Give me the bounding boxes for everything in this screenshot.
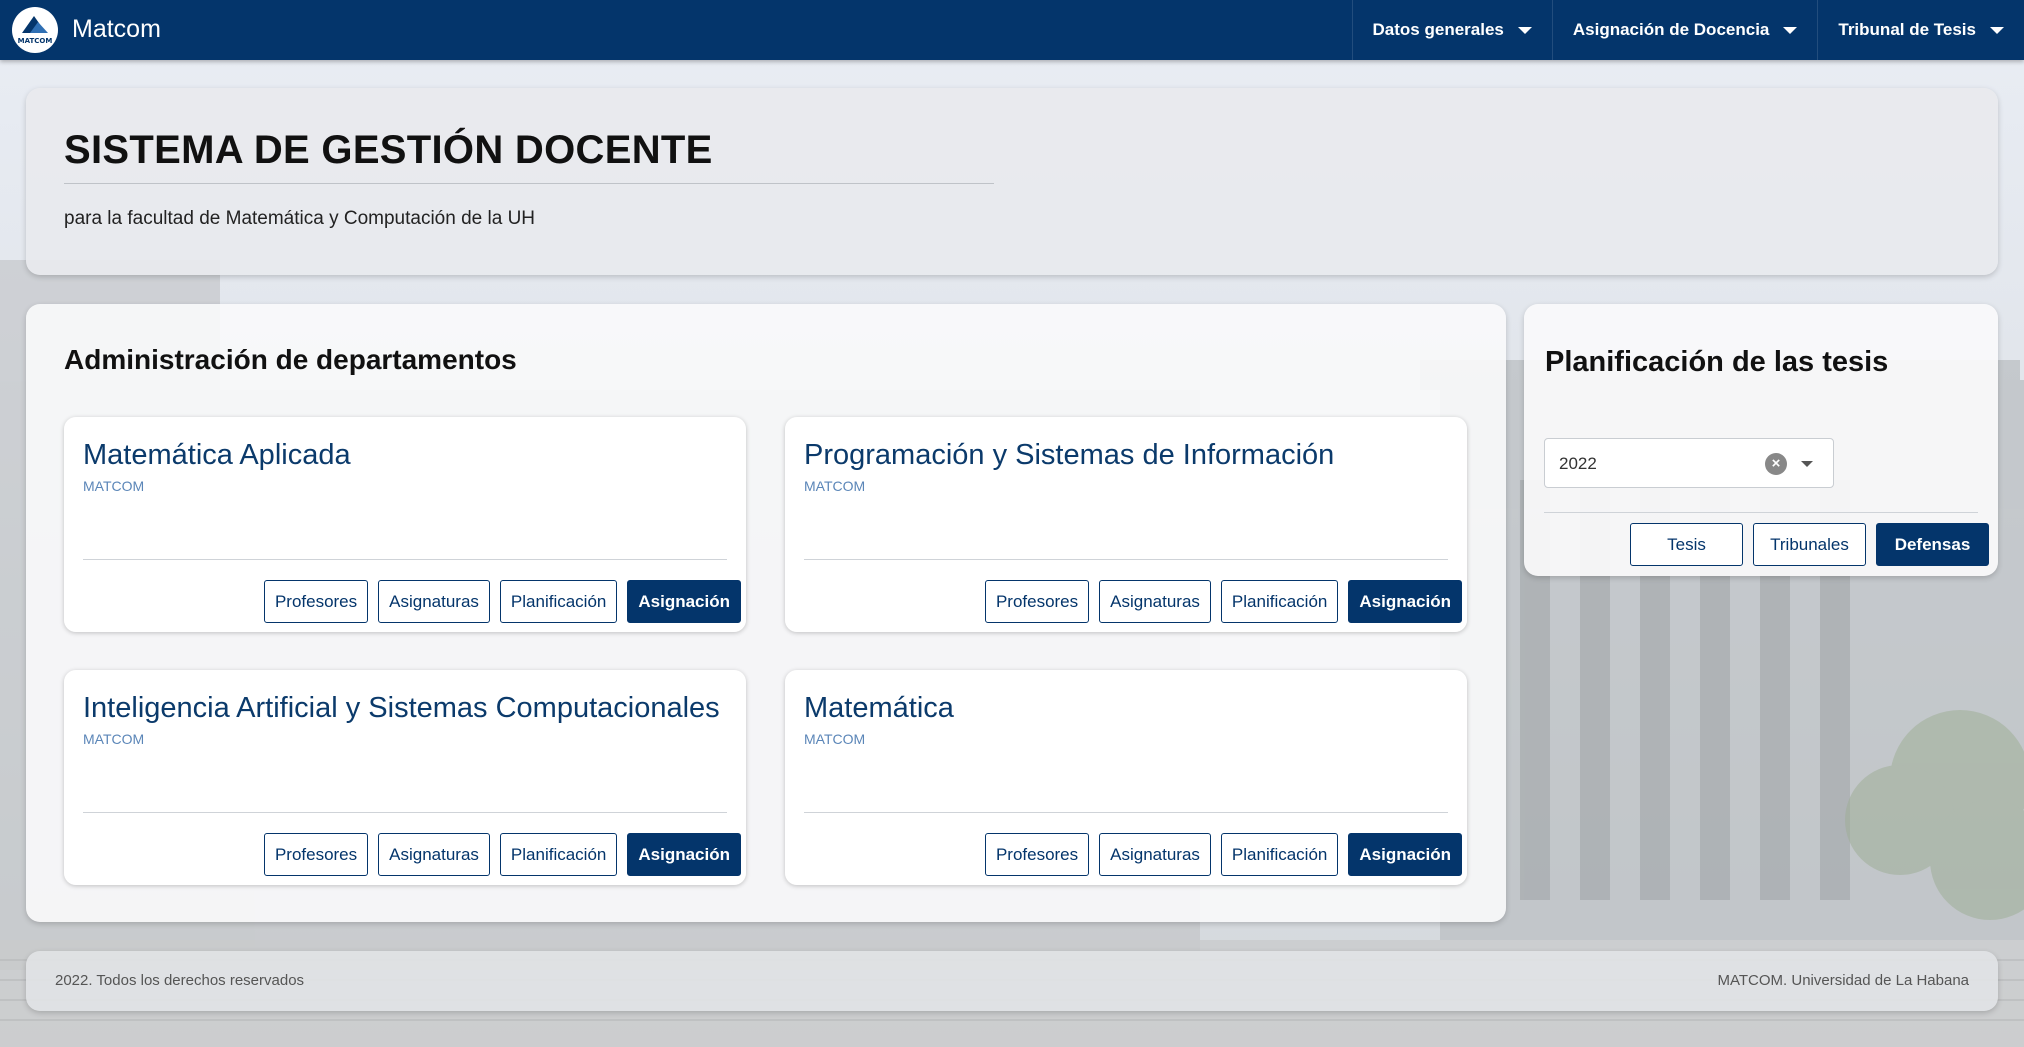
nav-item-tribunal-tesis[interactable]: Tribunal de Tesis [1817, 0, 2024, 60]
planificacion-button[interactable]: Planificación [1220, 580, 1339, 623]
nav-item-label: Datos generales [1372, 20, 1504, 39]
department-subtitle: MATCOM [804, 478, 866, 494]
department-subtitle: MATCOM [83, 478, 145, 494]
profesores-button[interactable]: Profesores [263, 833, 369, 876]
footer: 2022. Todos los derechos reservados MATC… [26, 951, 1998, 1011]
departments-heading: Administración de departamentos [64, 344, 517, 375]
asignaturas-button[interactable]: Asignaturas [378, 833, 490, 876]
logo-text: MATCOM [17, 37, 53, 45]
department-title[interactable]: Matemática [804, 692, 954, 725]
department-title[interactable]: Inteligencia Artificial y Sistemas Compu… [83, 692, 720, 725]
footer-institution: MATCOM. Universidad de La Habana [1717, 972, 1970, 989]
page-subtitle: para la facultad de Matemática y Computa… [64, 208, 536, 229]
department-card: Matemática Aplicada MATCOM Profesores As… [64, 417, 746, 632]
profesores-button[interactable]: Profesores [984, 833, 1090, 876]
divider [83, 559, 727, 560]
department-card: Programación y Sistemas de Información M… [785, 417, 1467, 632]
page-title: SISTEMA DE GESTIÓN DOCENTE [64, 128, 713, 172]
nav-menu: Datos generales Asignación de Docencia T… [1351, 0, 2024, 60]
thesis-heading: Planificación de las tesis [1545, 346, 1889, 378]
profesores-button[interactable]: Profesores [984, 580, 1090, 623]
department-subtitle: MATCOM [804, 731, 866, 747]
department-title[interactable]: Matemática Aplicada [83, 439, 351, 472]
divider [804, 812, 1448, 813]
thesis-actions: Tesis Tribunales Defensas [1630, 523, 1989, 566]
matcom-logo[interactable]: MATCOM [12, 7, 58, 53]
defensas-button[interactable]: Defensas [1876, 523, 1989, 566]
caret-down-icon [1783, 26, 1798, 34]
asignacion-button[interactable]: Asignación [627, 580, 741, 623]
divider [83, 812, 727, 813]
nav-item-label: Tribunal de Tesis [1838, 20, 1976, 39]
nav-item-label: Asignación de Docencia [1572, 20, 1770, 39]
caret-down-icon [1517, 26, 1532, 34]
asignaturas-button[interactable]: Asignaturas [378, 580, 490, 623]
year-select[interactable]: 2022 × [1544, 438, 1834, 488]
year-select-value: 2022 [1559, 454, 1597, 473]
logo-mark-icon [22, 16, 48, 33]
departments-panel: Administración de departamentos Matemáti… [26, 304, 1506, 922]
clear-icon[interactable]: × [1765, 453, 1787, 475]
department-card: Matemática MATCOM Profesores Asignaturas… [785, 670, 1467, 885]
nav-item-asignacion-docencia[interactable]: Asignación de Docencia [1551, 0, 1818, 60]
nav-item-datos-generales[interactable]: Datos generales [1351, 0, 1552, 60]
top-navbar: MATCOM Matcom Datos generales Asignación… [0, 0, 2024, 60]
divider [1544, 512, 1978, 513]
divider [64, 183, 994, 184]
dropdown-arrow-icon[interactable] [1801, 461, 1813, 467]
footer-copyright: 2022. Todos los derechos reservados [55, 972, 305, 989]
planificacion-button[interactable]: Planificación [499, 833, 618, 876]
department-subtitle: MATCOM [83, 731, 145, 747]
brand-name[interactable]: Matcom [72, 15, 161, 44]
hero-panel: SISTEMA DE GESTIÓN DOCENTE para la facul… [26, 88, 1998, 275]
thesis-panel: Planificación de las tesis 2022 × Tesis … [1524, 304, 1998, 576]
tribunales-button[interactable]: Tribunales [1753, 523, 1866, 566]
tesis-button[interactable]: Tesis [1630, 523, 1743, 566]
asignacion-button[interactable]: Asignación [1348, 833, 1462, 876]
department-actions: Profesores Asignaturas Planificación Asi… [263, 833, 741, 876]
department-title[interactable]: Programación y Sistemas de Información [804, 439, 1334, 472]
divider [804, 559, 1448, 560]
asignaturas-button[interactable]: Asignaturas [1099, 833, 1211, 876]
planificacion-button[interactable]: Planificación [499, 580, 618, 623]
asignaturas-button[interactable]: Asignaturas [1099, 580, 1211, 623]
caret-down-icon [1990, 26, 2004, 34]
department-actions: Profesores Asignaturas Planificación Asi… [984, 833, 1462, 876]
asignacion-button[interactable]: Asignación [1348, 580, 1462, 623]
department-card: Inteligencia Artificial y Sistemas Compu… [64, 670, 746, 885]
asignacion-button[interactable]: Asignación [627, 833, 741, 876]
profesores-button[interactable]: Profesores [263, 580, 369, 623]
department-actions: Profesores Asignaturas Planificación Asi… [984, 580, 1462, 623]
planificacion-button[interactable]: Planificación [1220, 833, 1339, 876]
department-actions: Profesores Asignaturas Planificación Asi… [263, 580, 741, 623]
